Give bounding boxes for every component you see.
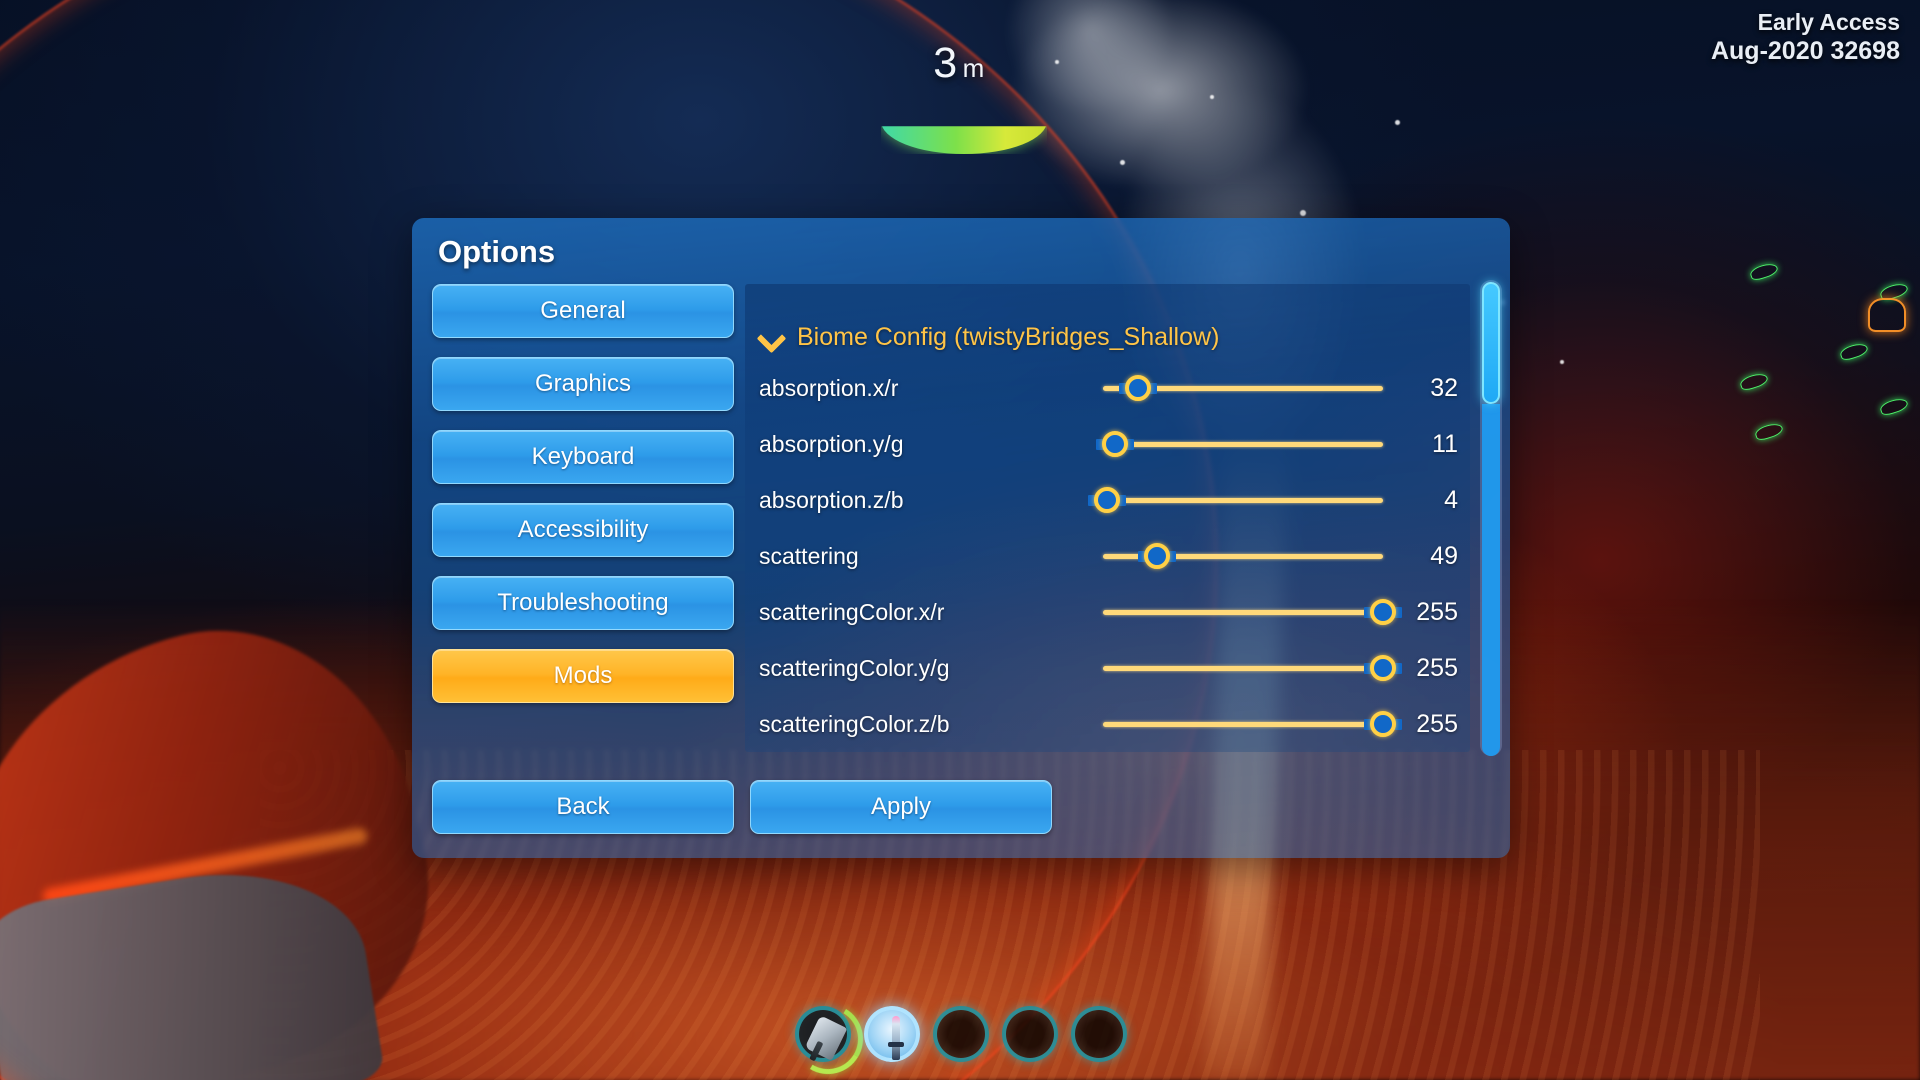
sidebar-item-label: Troubleshooting [497, 589, 669, 616]
sidebar-item-label: Mods [553, 662, 613, 689]
setting-label: absorption.y/g [759, 430, 904, 457]
biome-config-section-header[interactable]: Biome Config (twistyBridges_Shallow) [745, 314, 1470, 360]
setting-slider[interactable] [1103, 655, 1402, 681]
setting-value: 49 [1430, 541, 1458, 570]
depth-indicator: 3m [884, 42, 1042, 149]
slider-track [1103, 442, 1383, 447]
slider-knob[interactable] [1370, 655, 1396, 681]
quickslot-2[interactable] [864, 1006, 920, 1062]
depth-number: 3 [933, 39, 958, 87]
slider-knob[interactable] [1094, 487, 1121, 513]
setting-row: absorption.x/r 32 [745, 360, 1470, 416]
setting-value: 32 [1430, 373, 1458, 402]
options-dialog: Options General Graphics Keyboard Accessibi… [412, 218, 1510, 858]
setting-slider[interactable] [1103, 543, 1383, 569]
slider-knob[interactable] [1370, 711, 1396, 737]
setting-row: scatteringColor.y/g 255 [745, 640, 1470, 696]
orange-creature [1868, 298, 1906, 332]
particle [1120, 160, 1125, 165]
setting-label: scatteringColor.y/g [759, 654, 950, 681]
setting-label: absorption.x/r [759, 374, 899, 401]
slider-knob[interactable] [1125, 375, 1151, 401]
setting-slider[interactable] [1103, 375, 1383, 401]
section-title: Biome Config (twistyBridges_Shallow) [797, 322, 1220, 351]
back-button[interactable]: Back [432, 780, 734, 834]
scrollbar-track-fill[interactable] [1482, 404, 1500, 756]
sidebar-item-label: General [540, 297, 626, 324]
setting-row: absorption.y/g 11 [745, 416, 1470, 472]
slider-track [1103, 666, 1383, 671]
slider-knob[interactable] [1370, 599, 1396, 625]
dialog-footer: Back Apply [432, 780, 1052, 834]
setting-row: scatteringColor.z/b 255 [745, 696, 1470, 752]
quickslot-hotbar [785, 996, 1127, 1080]
settings-list: Biome Config (twistyBridges_Shallow)abso… [745, 284, 1470, 752]
early-access-line-1: Early Access [1757, 9, 1900, 35]
setting-value: 4 [1444, 485, 1458, 514]
setting-slider[interactable] [1096, 431, 1383, 457]
quickslot-1[interactable] [785, 996, 871, 1080]
slider-knob[interactable] [1102, 431, 1129, 457]
sidebar-item-label: Graphics [534, 370, 632, 397]
page-title: Options [438, 234, 556, 269]
slider-track [1103, 722, 1383, 727]
setting-label: scattering [759, 542, 859, 569]
setting-label: scatteringColor.z/b [759, 710, 950, 737]
sidebar-item-general[interactable]: General [432, 284, 734, 338]
slider-knob[interactable] [1143, 543, 1170, 569]
options-content-panel: Biome Config (twistyBridges_Shallow)abso… [745, 284, 1470, 752]
setting-value: 11 [1432, 429, 1458, 458]
chevron-down-icon [759, 327, 785, 347]
setting-row: scatteringColor.x/r 255 [745, 584, 1470, 640]
quickslot-5[interactable] [1071, 1006, 1127, 1062]
scrollbar-thumb[interactable] [1482, 282, 1500, 404]
sidebar-item-graphics[interactable]: Graphics [432, 357, 734, 411]
setting-label: scatteringColor.x/r [759, 598, 945, 625]
game-screen: 3m Early Access Aug-2020 32698 Options G… [0, 0, 1920, 1080]
quickslot-4[interactable] [1002, 1006, 1058, 1062]
slider-track [1103, 610, 1383, 615]
particle [1055, 60, 1059, 64]
setting-slider[interactable] [1088, 487, 1383, 513]
particle [1560, 360, 1564, 364]
sidebar-item-label: Accessibility [517, 516, 649, 543]
slider-track [1103, 498, 1383, 503]
sidebar-item-troubleshooting[interactable]: Troubleshooting [432, 576, 734, 630]
particle [1395, 120, 1400, 125]
particle [1300, 210, 1306, 216]
apply-button[interactable]: Apply [750, 780, 1052, 834]
setting-slider[interactable] [1103, 599, 1402, 625]
setting-label: absorption.z/b [759, 486, 904, 513]
knife-icon [888, 1016, 904, 1060]
setting-row: absorption.z/b 4 [745, 472, 1470, 528]
early-access-line-2: Aug-2020 32698 [1710, 37, 1900, 66]
sidebar-item-keyboard[interactable]: Keyboard [432, 430, 734, 484]
setting-slider[interactable] [1103, 711, 1402, 737]
sidebar-item-accessibility[interactable]: Accessibility [432, 503, 734, 557]
early-access-stamp: Early Access Aug-2020 32698 [1711, 8, 1900, 67]
particle [1210, 95, 1214, 99]
sidebar-item-mods[interactable]: Mods [432, 649, 734, 703]
setting-row: scattering 49 [745, 528, 1470, 584]
sidebar-item-label: Keyboard [531, 443, 635, 470]
quickslot-3[interactable] [933, 1006, 989, 1062]
options-sidebar: General Graphics Keyboard Accessibility Trou… [432, 284, 734, 722]
depth-readout: 3m [884, 42, 1034, 85]
depth-unit: m [962, 53, 985, 83]
